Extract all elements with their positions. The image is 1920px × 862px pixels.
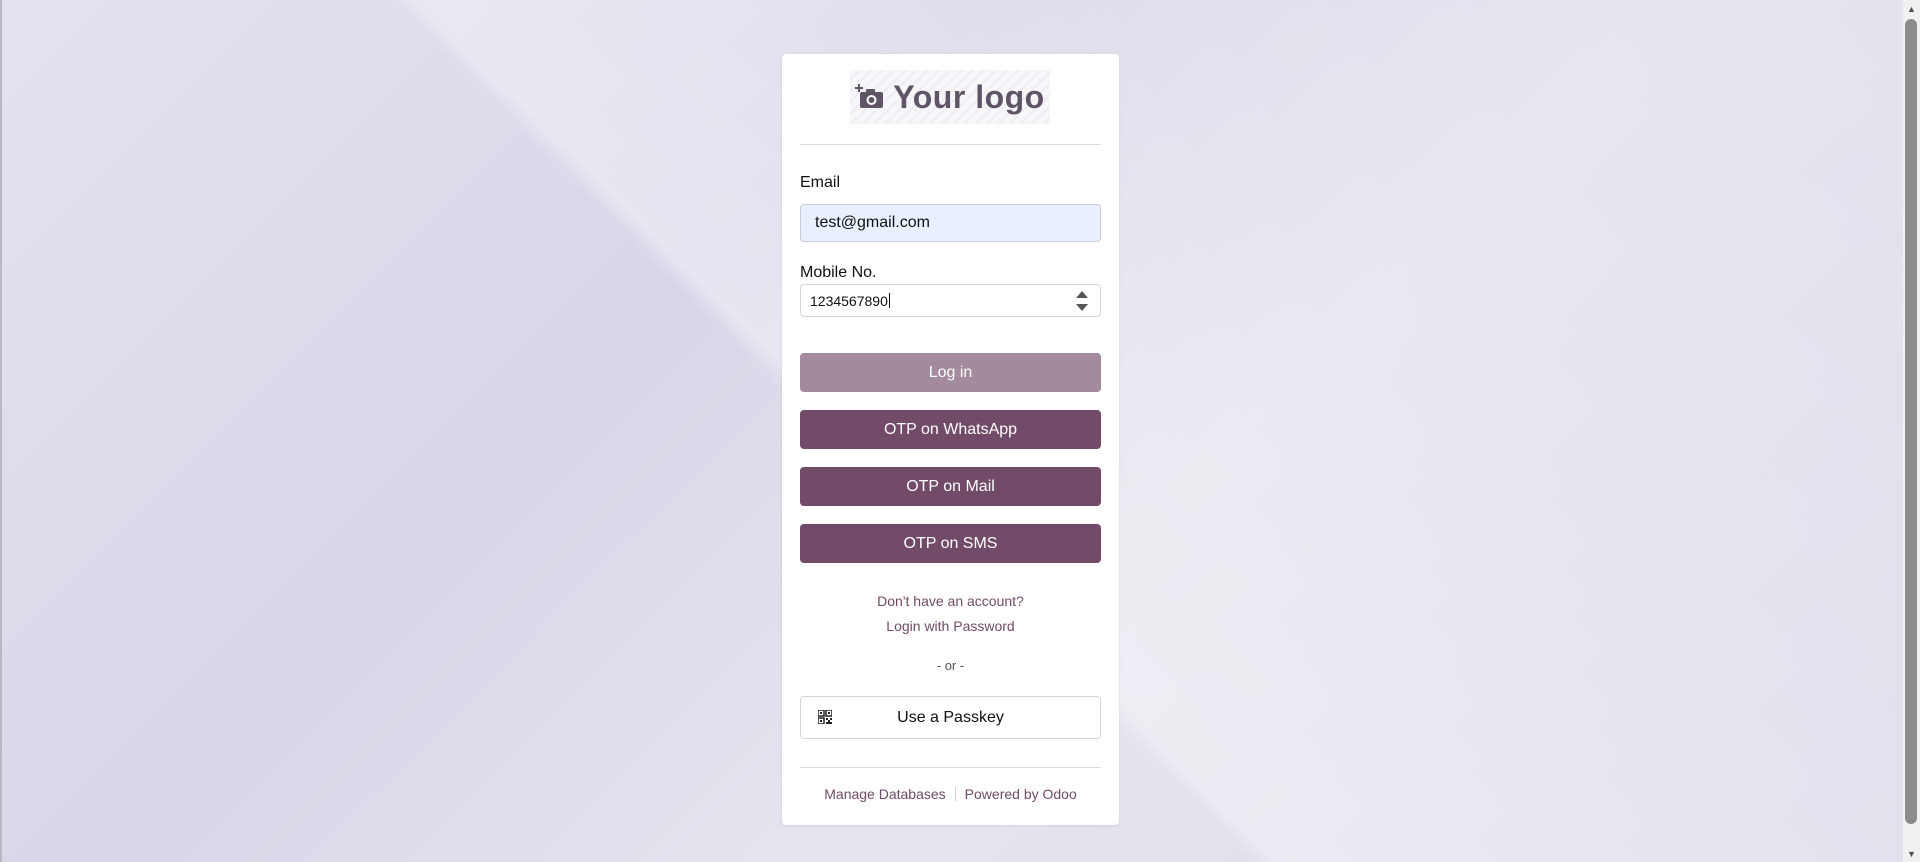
spinner-up-icon[interactable] <box>1076 291 1088 298</box>
vertical-scrollbar[interactable]: ▲ ▼ <box>1903 0 1920 862</box>
manage-databases-link[interactable]: Manage Databases <box>824 786 945 802</box>
otp-sms-button[interactable]: OTP on SMS <box>800 524 1101 563</box>
footer-divider <box>800 767 1101 768</box>
header-divider <box>800 144 1101 145</box>
passkey-label: Use a Passkey <box>897 708 1004 726</box>
otp-whatsapp-button[interactable]: OTP on WhatsApp <box>800 410 1101 449</box>
number-spinner[interactable] <box>1076 291 1088 311</box>
login-card: Your logo Email test@gmail.com Mobile No… <box>782 54 1119 825</box>
text-caret <box>888 293 890 308</box>
mobile-number-field[interactable]: 1234567890 <box>800 284 1101 317</box>
or-separator: - or - <box>936 658 965 673</box>
qr-code-icon <box>818 710 832 724</box>
scroll-up-arrow-icon[interactable]: ▲ <box>1903 0 1920 17</box>
mobile-label: Mobile No. <box>800 264 877 281</box>
login-with-password-link[interactable]: Login with Password <box>782 618 1119 634</box>
camera-plus-icon <box>855 84 884 108</box>
mobile-value: 1234567890 <box>810 292 888 309</box>
footer-separator <box>954 787 956 801</box>
email-field[interactable]: test@gmail.com <box>800 204 1101 242</box>
passkey-button[interactable]: Use a Passkey <box>800 696 1101 739</box>
login-button[interactable]: Log in <box>800 353 1101 392</box>
spinner-down-icon[interactable] <box>1076 304 1088 311</box>
email-value: test@gmail.com <box>815 214 930 231</box>
scroll-down-arrow-icon[interactable]: ▼ <box>1903 845 1920 862</box>
otp-mail-button[interactable]: OTP on Mail <box>800 467 1101 506</box>
window-left-edge <box>0 0 2 862</box>
email-label: Email <box>800 174 841 191</box>
powered-by-odoo-link[interactable]: Powered by Odoo <box>965 786 1077 802</box>
card-footer: Manage Databases Powered by Odoo <box>782 786 1119 802</box>
scrollbar-thumb[interactable] <box>1905 19 1917 824</box>
signup-link[interactable]: Don't have an account? <box>782 593 1119 609</box>
company-logo[interactable]: Your logo <box>850 70 1050 124</box>
logo-text: Your logo <box>893 78 1045 115</box>
